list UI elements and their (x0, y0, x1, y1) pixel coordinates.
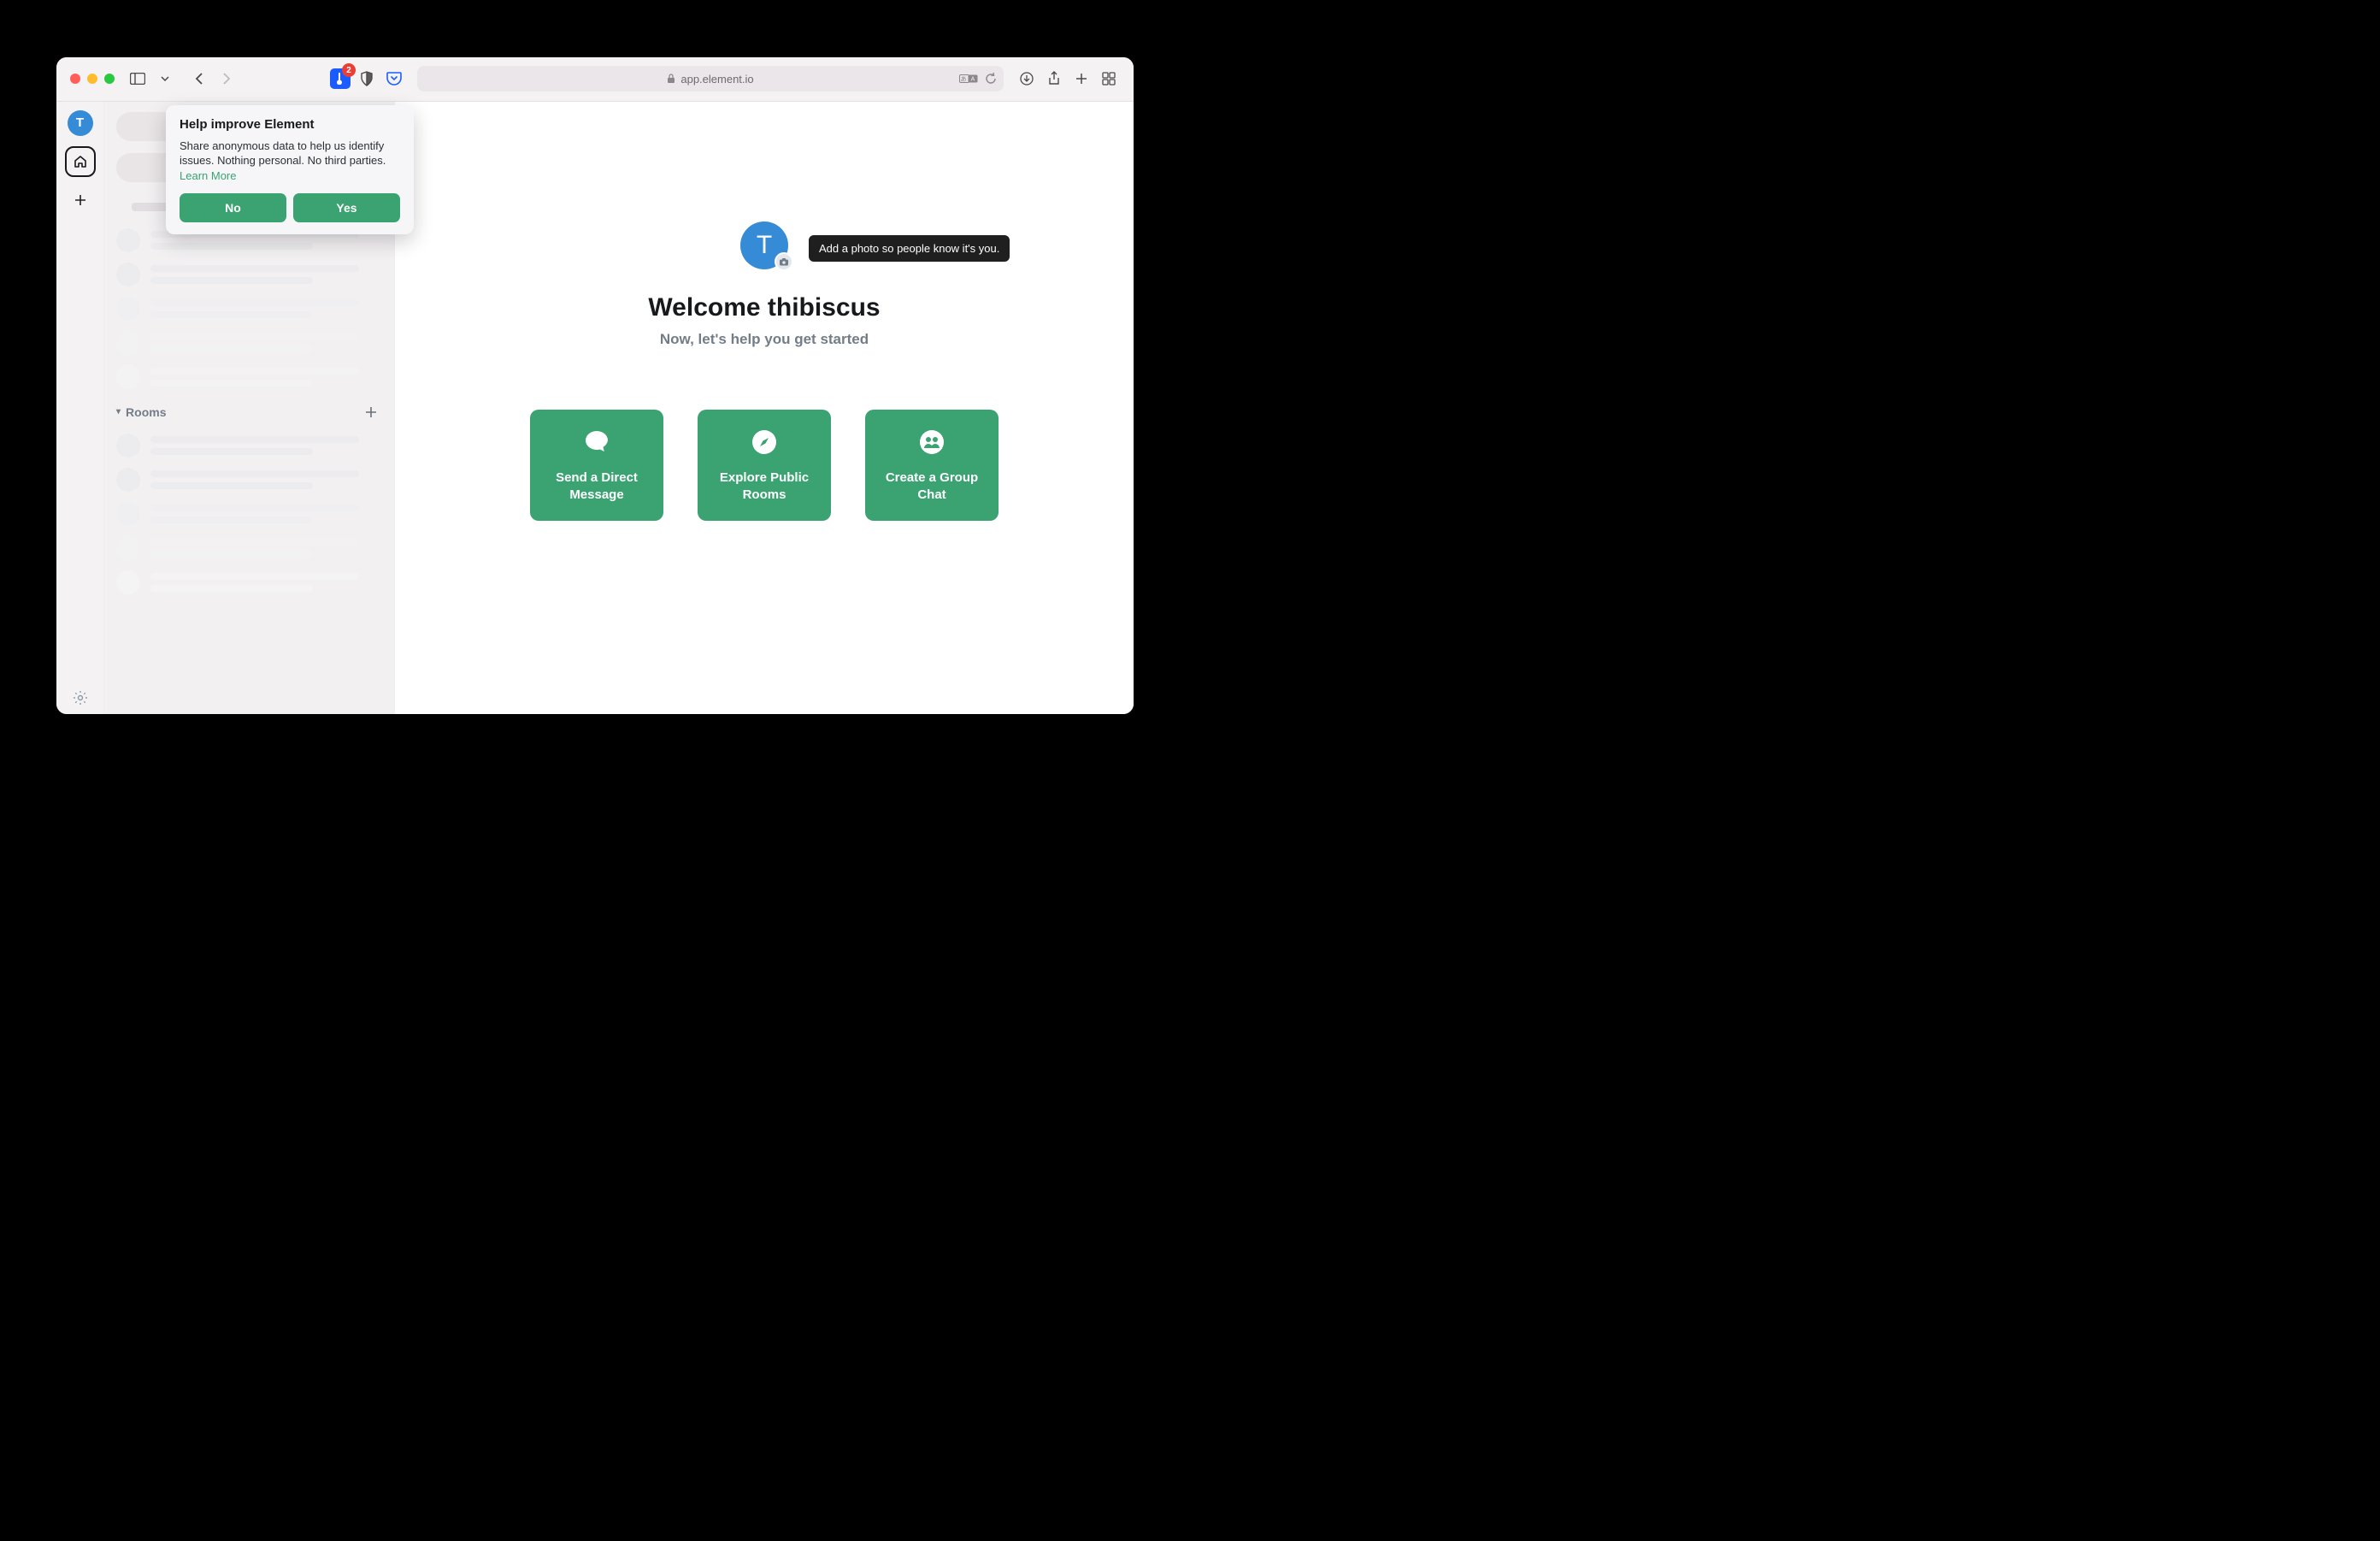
right-chrome-group (1016, 68, 1120, 90)
window-maximize[interactable] (104, 74, 115, 84)
browser-window: 2 app.element.io あA (56, 57, 1134, 714)
user-avatar-large[interactable]: T Add a photo so people know it's you. (740, 221, 788, 269)
list-item (104, 497, 394, 531)
camera-badge[interactable] (775, 252, 793, 271)
rooms-section-header[interactable]: ▾ Rooms (104, 394, 394, 428)
url-text: app.element.io (680, 73, 753, 86)
forward-button[interactable] (215, 68, 238, 90)
toast-body: Share anonymous data to help us identify… (180, 139, 400, 184)
toast-yes-button[interactable]: Yes (293, 193, 400, 222)
address-bar[interactable]: app.element.io あA (417, 66, 1004, 92)
translate-icon[interactable]: あA (959, 73, 978, 85)
lock-icon (667, 74, 675, 84)
nav-group (188, 68, 238, 90)
shield-extension-icon[interactable] (356, 68, 378, 90)
space-rail: T (56, 102, 104, 714)
avatar-tooltip: Add a photo so people know it's you. (809, 235, 1010, 262)
downloads-icon[interactable] (1016, 68, 1038, 90)
traffic-lights (70, 74, 115, 84)
section-label: Rooms (126, 405, 166, 419)
explore-rooms-card[interactable]: Explore Public Rooms (698, 410, 831, 521)
window-close[interactable] (70, 74, 80, 84)
add-room-button[interactable] (360, 401, 382, 423)
tab-overview-icon[interactable] (1098, 68, 1120, 90)
back-button[interactable] (188, 68, 210, 90)
list-item (104, 428, 394, 463)
card-label: Explore Public Rooms (708, 469, 821, 503)
welcome-title: Welcome thibiscus (648, 293, 880, 322)
browser-chrome: 2 app.element.io あA (56, 57, 1134, 102)
list-item (104, 257, 394, 292)
learn-more-link[interactable]: Learn More (180, 169, 236, 182)
share-icon[interactable] (1043, 68, 1065, 90)
extensions-group: 2 (330, 68, 405, 90)
list-item (104, 326, 394, 360)
card-label: Create a Group Chat (875, 469, 988, 503)
welcome-subtitle: Now, let's help you get started (660, 331, 869, 348)
list-item (104, 565, 394, 599)
window-minimize[interactable] (87, 74, 97, 84)
chevron-down-icon[interactable] (154, 68, 176, 90)
list-item (104, 531, 394, 565)
group-icon (916, 427, 947, 458)
list-item (104, 292, 394, 326)
chevron-down-icon: ▾ (116, 407, 121, 416)
extension-badge: 2 (342, 63, 356, 77)
password-manager-extension[interactable]: 2 (330, 68, 351, 89)
list-item (104, 463, 394, 497)
camera-icon (779, 257, 789, 267)
onboarding-cards: Send a Direct Message Explore Public Roo… (530, 410, 999, 521)
toast-title: Help improve Element (180, 117, 400, 132)
toast-no-button[interactable]: No (180, 193, 286, 222)
new-tab-icon[interactable] (1070, 68, 1093, 90)
home-icon (73, 154, 88, 169)
compass-icon (749, 427, 780, 458)
svg-text:A: A (971, 77, 975, 83)
sidebar-toggle-group (127, 68, 176, 90)
send-dm-card[interactable]: Send a Direct Message (530, 410, 663, 521)
reload-icon[interactable] (985, 72, 997, 86)
analytics-toast: Help improve Element Share anonymous dat… (166, 105, 414, 235)
create-group-card[interactable]: Create a Group Chat (865, 410, 999, 521)
svg-text:あ: あ (961, 76, 967, 83)
main-content: T Add a photo so people know it's you. W… (395, 102, 1134, 714)
gear-icon (73, 690, 88, 706)
list-item (104, 360, 394, 394)
card-label: Send a Direct Message (540, 469, 653, 503)
home-space[interactable] (65, 146, 96, 177)
pocket-extension-icon[interactable] (383, 68, 405, 90)
settings-button[interactable] (73, 690, 88, 706)
add-space-button[interactable] (68, 187, 93, 213)
chat-bubble-icon (581, 427, 612, 458)
user-avatar-small[interactable]: T (68, 110, 93, 136)
sidebar-toggle-icon[interactable] (127, 68, 149, 90)
